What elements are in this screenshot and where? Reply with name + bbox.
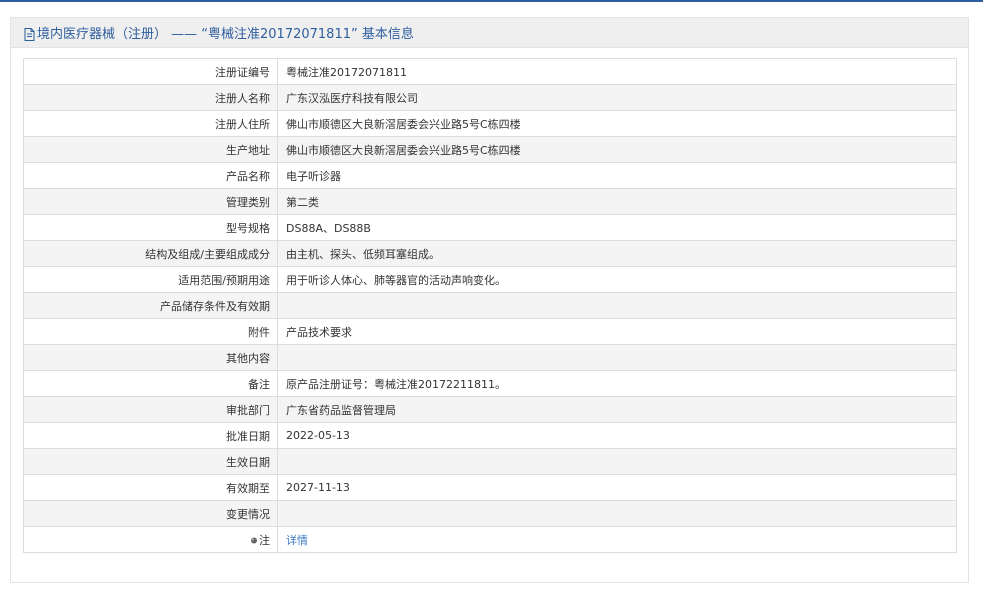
table-row: 结构及组成/主要组成成分 由主机、探头、低频耳塞组成。 [23,240,957,267]
row-value: 佛山市顺德区大良新滘居委会兴业路5号C栋四楼 [277,110,957,137]
table-row: 生效日期 [23,448,957,475]
pin-icon [250,535,258,543]
row-label: 其他内容 [23,344,278,371]
panel-header: 境内医疗器械（注册） —— “粤械注准20172071811” 基本信息 [11,18,968,48]
table-row: 注册人住所 佛山市顺德区大良新滘居委会兴业路5号C栋四楼 [23,110,957,137]
table-row: 注册人名称 广东汉泓医疗科技有限公司 [23,84,957,111]
row-label: 注册证编号 [23,58,278,85]
top-divider [0,0,983,2]
row-value: 2022-05-13 [277,422,957,449]
row-label: 审批部门 [23,396,278,423]
table-row: 型号规格 DS88A、DS88B [23,214,957,241]
row-label: 备注 [23,370,278,397]
row-value [277,448,957,475]
note-value-cell: 详情 [277,526,957,553]
row-label: 变更情况 [23,500,278,527]
row-value [277,344,957,371]
row-label: 注册人住所 [23,110,278,137]
details-link[interactable]: 详情 [286,534,308,547]
row-value [277,500,957,527]
row-label: 管理类别 [23,188,278,215]
row-value: 广东汉泓医疗科技有限公司 [277,84,957,111]
row-label: 产品储存条件及有效期 [23,292,278,319]
registration-info-table: 注册证编号 粤械注准20172071811 注册人名称 广东汉泓医疗科技有限公司… [23,58,957,553]
table-row: 管理类别 第二类 [23,188,957,215]
table-row: 注册证编号 粤械注准20172071811 [23,58,957,85]
table-row: 适用范围/预期用途 用于听诊人体心、肺等器官的活动声响变化。 [23,266,957,293]
row-value: DS88A、DS88B [277,214,957,241]
row-label: 生效日期 [23,448,278,475]
table-row: 批准日期 2022-05-13 [23,422,957,449]
row-label: 适用范围/预期用途 [23,266,278,293]
row-label: 批准日期 [23,422,278,449]
row-label: 结构及组成/主要组成成分 [23,240,278,267]
row-value [277,292,957,319]
row-value: 佛山市顺德区大良新滘居委会兴业路5号C栋四楼 [277,136,957,163]
page-title: 境内医疗器械（注册） —— “粤械注准20172071811” 基本信息 [37,27,414,42]
row-label: 附件 [23,318,278,345]
table-row: 产品名称 电子听诊器 [23,162,957,189]
row-value: 产品技术要求 [277,318,957,345]
row-value: 原产品注册证号：粤械注准20172211811。 [277,370,957,397]
table-row: 其他内容 [23,344,957,371]
row-value: 第二类 [277,188,957,215]
table-row: 生产地址 佛山市顺德区大良新滘居委会兴业路5号C栋四楼 [23,136,957,163]
table-row: 附件 产品技术要求 [23,318,957,345]
table-row: 变更情况 [23,500,957,527]
document-icon [24,26,35,41]
row-value: 用于听诊人体心、肺等器官的活动声响变化。 [277,266,957,293]
row-label: 型号规格 [23,214,278,241]
row-label: 生产地址 [23,136,278,163]
row-label: 注册人名称 [23,84,278,111]
row-value: 广东省药品监督管理局 [277,396,957,423]
note-label-cell: 注 [23,526,278,553]
basic-info-panel: 境内医疗器械（注册） —— “粤械注准20172071811” 基本信息 注册证… [10,17,969,583]
table-row: 产品储存条件及有效期 [23,292,957,319]
row-value: 由主机、探头、低频耳塞组成。 [277,240,957,267]
row-label: 有效期至 [23,474,278,501]
note-row: 注 详情 [23,526,957,553]
row-value: 粤械注准20172071811 [277,58,957,85]
row-value: 电子听诊器 [277,162,957,189]
row-label: 产品名称 [23,162,278,189]
note-label: 注 [259,533,270,547]
table-row: 审批部门 广东省药品监督管理局 [23,396,957,423]
table-row: 有效期至 2027-11-13 [23,474,957,501]
table-row: 备注 原产品注册证号：粤械注准20172211811。 [23,370,957,397]
row-value: 2027-11-13 [277,474,957,501]
